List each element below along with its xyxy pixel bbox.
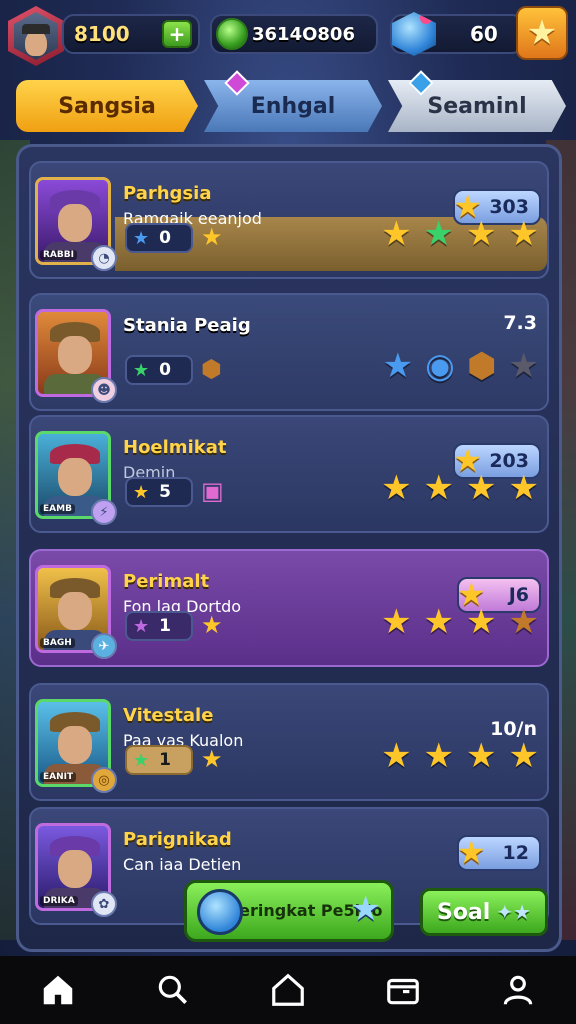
level-chip: ★ 0 — [125, 355, 193, 385]
list-item[interactable]: ☻ Stania Peaig 7.3 ★ 0 ⬢ ★ ◉ ⬢ ★ — [29, 293, 549, 411]
gift-icon: ▣ — [201, 477, 224, 505]
coins-value: 8100 — [74, 22, 130, 46]
star-icon: ★ — [133, 749, 150, 771]
star-icon: ★ — [133, 227, 150, 249]
bottom-navigation — [0, 956, 576, 1024]
row-title: Stania Peaig — [123, 315, 251, 336]
soal-button[interactable]: Soal ✦★ — [420, 888, 548, 936]
paw-badge-icon: ✿ — [91, 891, 117, 917]
row-title: Perimalt — [123, 571, 210, 592]
plane-badge-icon: ✈ — [91, 633, 117, 659]
gem-icon — [216, 18, 248, 50]
star-icon: ★ — [423, 468, 455, 508]
token-icon — [392, 12, 436, 56]
tab-sangsia[interactable]: Sangsia — [16, 80, 198, 132]
row-title: Parhgsia — [123, 183, 212, 204]
tab-bar: Sangsia Enhgal Seaminl — [16, 70, 566, 134]
house-outline-icon — [272, 973, 304, 1006]
level-chip: ★ 1 — [125, 745, 193, 775]
row-title: Parignikad — [123, 829, 232, 850]
rating-stars: ★ ★ ★ ★ — [381, 605, 539, 639]
list-item[interactable]: EANIT ◎ Vitestale Paa yas Kualon 10/n ★ … — [29, 683, 549, 801]
nav-house[interactable] — [258, 960, 318, 1020]
star-icon: ★ — [133, 359, 150, 381]
star-icon: ★ — [201, 611, 223, 639]
coin-badge-icon: ◎ — [91, 767, 117, 793]
star-icon: ★ — [466, 214, 497, 254]
star-rewards-button[interactable]: ★ — [516, 6, 568, 60]
star-icon: ★ — [201, 223, 223, 251]
star-icon: ★ — [508, 346, 539, 386]
list-item[interactable]: EAMB ⚡ Hoelmikat Demin ★ 203 ★ 5 ▣ ★ ★ ★… — [29, 415, 549, 533]
star-icon: ★ — [508, 602, 539, 642]
nav-home[interactable] — [28, 960, 88, 1020]
nav-profile[interactable] — [488, 960, 548, 1020]
search-icon — [158, 975, 187, 1005]
star-icon: ★ — [382, 346, 414, 386]
rating-stars: ★ ★ ★ ★ — [381, 739, 539, 773]
star-icon: ★ — [508, 468, 539, 508]
sparkle-icon: ✦★ — [496, 900, 532, 924]
level-chip: ★ 5 — [125, 477, 193, 507]
nav-folder[interactable] — [373, 960, 433, 1020]
star-icon: ★ — [466, 468, 497, 508]
star-icon: ★ — [133, 615, 150, 637]
bolt-badge-icon: ⚡ — [91, 499, 117, 525]
star-icon: ★ — [381, 214, 412, 254]
star-icon: ★ — [423, 214, 455, 254]
gems-counter: 3614O806 — [210, 14, 378, 54]
top-resource-bar: 8100 + 3614O806 60 ★ — [4, 4, 572, 66]
clock-badge-icon: ◔ — [91, 245, 117, 271]
tokens-value: 60 — [470, 22, 498, 46]
level-chip: ★ 0 — [125, 223, 193, 253]
star-icon: ★ — [466, 602, 497, 642]
gems-value: 3614O806 — [252, 23, 355, 45]
star-icon: ★ — [423, 736, 455, 776]
star-icon: ★ — [381, 602, 412, 642]
player-avatar[interactable] — [8, 6, 64, 66]
star-icon: ★ — [457, 833, 486, 871]
add-coins-button[interactable]: + — [162, 20, 192, 48]
star-icon: ★ — [350, 889, 381, 929]
star-icon: ★ — [381, 736, 412, 776]
row-title: Hoelmikat — [123, 437, 227, 458]
rating-stars: ★ ★ ★ ★ — [381, 471, 539, 505]
folder-icon — [387, 978, 419, 1005]
star-icon: ★ — [508, 214, 539, 254]
row-subtitle: Can iaa Detien — [123, 855, 242, 874]
chest-icon: ⬢ — [466, 346, 497, 386]
clock-icon: ◉ — [425, 346, 455, 386]
nav-search[interactable] — [143, 960, 203, 1020]
star-icon: ★ — [133, 481, 150, 503]
skull-badge-icon: ☻ — [91, 377, 117, 403]
star-icon: ★ — [201, 745, 223, 773]
star-icon: ★ — [423, 602, 455, 642]
level-chip: ★ 1 — [125, 611, 193, 641]
leaderboard-action-button[interactable]: Peringkat Pe5ido ★ — [184, 880, 394, 942]
list-item[interactable]: BAGH ✈ Perimalt Fon lag Dortdo ★ J6 ★ 1 … — [29, 549, 549, 667]
hexagon-icon: ⬢ — [201, 355, 222, 383]
medal-icon — [197, 889, 243, 935]
profile-icon — [504, 975, 533, 1005]
score-value: 7.3 — [503, 312, 537, 334]
leaderboard-panel: RABBI ◔ Parhgsia Ramgaik eeanjod ★ 303 ★… — [16, 144, 562, 952]
row-title: Vitestale — [123, 705, 214, 726]
score-badge: ★ 12 — [457, 833, 541, 871]
tokens-counter: 60 — [390, 12, 524, 56]
star-icon: ★ — [466, 736, 497, 776]
rating-stars: ★ ★ ★ ★ — [381, 217, 539, 251]
star-icon: ★ — [508, 736, 539, 776]
home-icon — [43, 975, 72, 1005]
list-item[interactable]: RABBI ◔ Parhgsia Ramgaik eeanjod ★ 303 ★… — [29, 161, 549, 279]
coins-counter: 8100 + — [62, 14, 200, 54]
rating-stars: ★ ◉ ⬢ ★ — [383, 349, 539, 383]
star-icon: ★ — [381, 468, 412, 508]
